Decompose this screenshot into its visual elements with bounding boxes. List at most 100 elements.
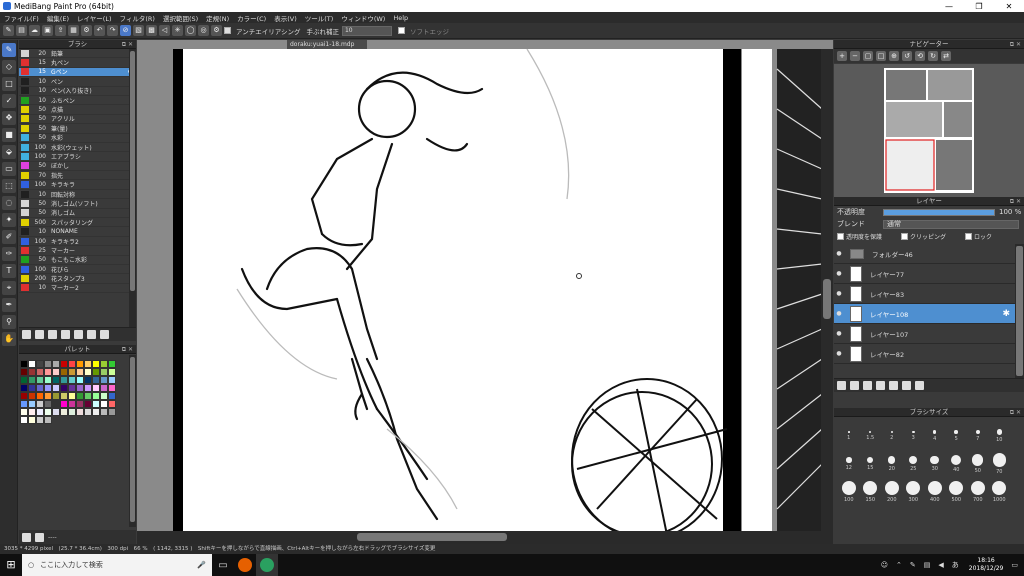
palette-swatch[interactable] — [84, 376, 92, 384]
layer-new-halftone-icon[interactable] — [850, 381, 859, 390]
palette-swatch[interactable] — [76, 360, 84, 368]
palette-swatch[interactable] — [36, 408, 44, 416]
menu-item[interactable]: 表示(V) — [274, 13, 297, 23]
palette-swatch[interactable] — [60, 400, 68, 408]
brush-size-option[interactable]: 3 — [903, 422, 925, 450]
brush-item[interactable]: 10 NONAME — [19, 227, 136, 237]
brush-item[interactable]: 50 水彩 — [19, 134, 136, 143]
brush-item[interactable]: 15Gペン● — [19, 67, 136, 78]
layer-row[interactable]: ● レイヤー108 ✱ — [834, 304, 1024, 324]
menu-item[interactable]: ウィンドウ(W) — [341, 13, 385, 23]
select-tool-icon[interactable]: ⬚ — [2, 179, 16, 193]
layer-row[interactable]: ● レイヤー77 — [834, 264, 1024, 284]
grid-icon[interactable]: ▦ — [68, 25, 79, 36]
zoom-icon[interactable]: ⊕ — [889, 51, 899, 61]
menu-item[interactable]: Help — [393, 14, 408, 22]
brush-item[interactable]: 50 ぼかし — [19, 162, 136, 172]
palette-swatch[interactable] — [52, 392, 60, 400]
palette-swatch[interactable] — [28, 400, 36, 408]
palette-swatch[interactable] — [108, 384, 116, 392]
palette-swatch[interactable] — [84, 400, 92, 408]
palette-swatch[interactable] — [20, 376, 28, 384]
palette-swatch[interactable] — [84, 408, 92, 416]
select-eraser-tool-icon[interactable]: ✑ — [2, 247, 16, 261]
palette-swatch[interactable] — [68, 376, 76, 384]
menu-item[interactable]: ファイル(F) — [4, 13, 39, 23]
brush-item[interactable]: 50 アクリル — [19, 115, 136, 125]
palette-swatch[interactable] — [76, 368, 84, 376]
layer-add-icon[interactable] — [863, 381, 872, 390]
brush-size-option[interactable]: 1 — [838, 422, 860, 450]
palette-swatch[interactable] — [44, 360, 52, 368]
brush-size-option[interactable]: 4 — [924, 422, 946, 450]
palette-swatch[interactable] — [108, 392, 116, 400]
palette-swatch[interactable] — [68, 392, 76, 400]
brush-size-option[interactable]: 2 — [881, 422, 903, 450]
brush-item[interactable]: 200 花スタンプ3 — [19, 274, 136, 284]
palette-swatch[interactable] — [52, 376, 60, 384]
brush-size-option[interactable]: 5 — [946, 422, 968, 450]
palette-swatch[interactable] — [28, 392, 36, 400]
brush-copy-icon[interactable] — [61, 330, 70, 339]
eyedropper-tool-icon[interactable]: ✒ — [2, 298, 16, 312]
palette-swatch[interactable] — [100, 360, 108, 368]
document-icon[interactable]: ▤ — [16, 25, 27, 36]
share-icon[interactable]: ⇪ — [55, 25, 66, 36]
palette-swatch[interactable] — [108, 408, 116, 416]
layer-settings-icon[interactable]: ✱ — [1002, 309, 1010, 319]
palette-swatch[interactable] — [60, 408, 68, 416]
layer-folder-icon[interactable] — [876, 381, 885, 390]
brush-item[interactable]: 100 キラキラ2 — [19, 237, 136, 247]
palette-swatch[interactable] — [44, 368, 52, 376]
brush-size-option[interactable]: 700 — [967, 478, 989, 506]
palette-swatch[interactable] — [28, 384, 36, 392]
brush-item[interactable]: 20 鉛筆 — [19, 49, 136, 59]
brush-size-option[interactable]: 300 — [903, 478, 925, 506]
palette-swatch[interactable] — [60, 368, 68, 376]
palette-swatch[interactable] — [60, 392, 68, 400]
palette-swatch[interactable] — [20, 416, 28, 424]
menu-item[interactable]: 編集(E) — [47, 13, 69, 23]
visibility-icon[interactable]: ● — [834, 330, 844, 337]
menu-item[interactable]: 定規(N) — [206, 13, 229, 23]
brush-upload-icon[interactable] — [22, 330, 31, 339]
opacity-slider[interactable] — [883, 208, 995, 216]
menu-item[interactable]: カラー(C) — [237, 13, 266, 23]
brush-item[interactable]: 10 ペン — [19, 77, 136, 87]
cloud-icon[interactable]: ☁ — [29, 25, 40, 36]
visibility-icon[interactable]: ● — [834, 290, 844, 297]
brush-size-option[interactable]: 20 — [881, 450, 903, 478]
maximize-button[interactable]: ❐ — [964, 2, 994, 11]
zoom-out-icon[interactable]: − — [850, 51, 860, 61]
palette-swatch[interactable] — [28, 376, 36, 384]
visibility-icon[interactable]: ● — [834, 350, 844, 357]
brush-duplicate-icon[interactable] — [87, 330, 96, 339]
layer-row[interactable]: ● レイヤー107 — [834, 324, 1024, 344]
brush-size-option[interactable]: 50 — [967, 450, 989, 478]
eyedropper2-tool-icon[interactable]: ⚲ — [2, 315, 16, 329]
taskbar-search[interactable]: ○ ここに入力して検索 🎤 — [22, 554, 212, 576]
palette-swatch[interactable] — [20, 408, 28, 416]
palette-swatch[interactable] — [100, 408, 108, 416]
panel-float-icon[interactable]: ⧉ ✕ — [122, 40, 133, 49]
palette-swatch[interactable] — [52, 408, 60, 416]
redo-icon[interactable]: ↷ — [107, 25, 118, 36]
divide-tool-icon[interactable]: ⌖ — [2, 281, 16, 295]
brush-item[interactable]: 25 マーカー — [19, 246, 136, 256]
snap-settings-icon[interactable]: ⚙ — [211, 25, 222, 36]
antialias-checkbox[interactable] — [224, 27, 231, 34]
palette-swatch[interactable] — [100, 376, 108, 384]
blend-select[interactable]: 通常 — [883, 219, 1019, 229]
palette-swatch[interactable] — [108, 368, 116, 376]
snap-circle-icon[interactable]: ◯ — [185, 25, 196, 36]
palette-swatch[interactable] — [100, 368, 108, 376]
palette-add-icon[interactable] — [22, 532, 31, 542]
brush-size-option[interactable]: 12 — [838, 450, 860, 478]
brush-size-option[interactable]: 70 — [989, 450, 1011, 478]
palette-swatch[interactable] — [100, 384, 108, 392]
palette-swatch[interactable] — [84, 368, 92, 376]
snap-off-icon[interactable]: ⊘ — [120, 25, 131, 36]
palette-swatch[interactable] — [68, 400, 76, 408]
palette-swatch[interactable] — [44, 408, 52, 416]
menu-item[interactable]: フィルタ(R) — [120, 13, 155, 23]
